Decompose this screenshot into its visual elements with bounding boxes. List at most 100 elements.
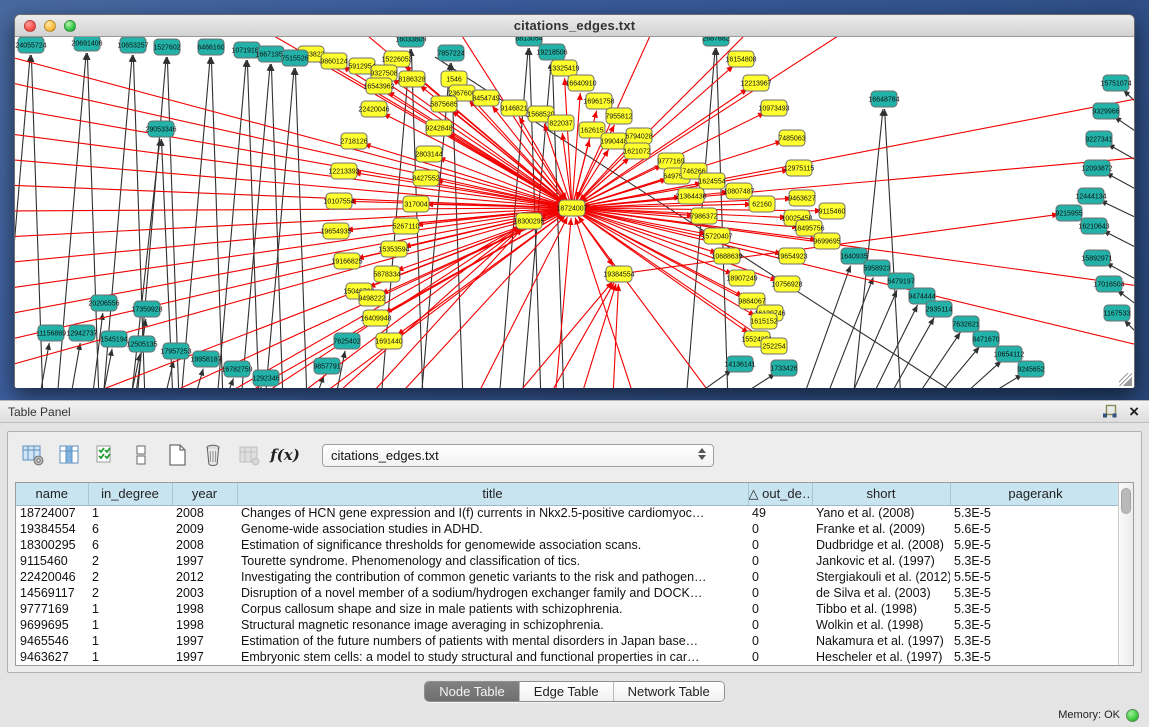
graph-node-label: 15226053	[381, 57, 412, 64]
graph-node-label: 8471670	[972, 337, 999, 344]
graph-node-label: 10688639	[711, 254, 742, 261]
table-row[interactable]: 2242004622012Investigating the contribut…	[16, 569, 1118, 585]
table-row[interactable]: 946362711997Embryonic stem cells: a mode…	[16, 649, 1118, 665]
column-header-out_de[interactable]: △ out_de…	[748, 483, 812, 505]
graph-node-label: 21364436	[675, 194, 706, 201]
graph-node-label: 1640935	[840, 254, 867, 261]
show-rows-icon[interactable]	[128, 442, 154, 468]
graph-node-label: 12505135	[126, 342, 157, 349]
memory-status-icon[interactable]	[1126, 709, 1139, 722]
table-cell: Tibbo et al. (1998)	[812, 601, 950, 617]
column-header-year[interactable]: year	[172, 483, 237, 505]
graph-node-label: 162615	[580, 128, 603, 135]
graph-node-label: 9227341	[1085, 137, 1112, 144]
table-cell: 18300295	[16, 537, 88, 553]
graph-node-label: 7632621	[952, 322, 979, 329]
graph-node-label: 17359928	[131, 307, 162, 314]
table-cell: 0	[748, 617, 812, 633]
table-mode-icon[interactable]	[20, 442, 46, 468]
graph-node-label: 15353594	[378, 247, 409, 254]
graph-node-label: 16782759	[221, 367, 252, 374]
column-header-in_degree[interactable]: in_degree	[88, 483, 172, 505]
network-window: citations_edges.txt 18724007183002951938…	[14, 14, 1135, 388]
table-cell: 1998	[172, 601, 237, 617]
table-cell: 5.3E-5	[950, 633, 1118, 649]
network-window-titlebar[interactable]: citations_edges.txt	[15, 15, 1134, 37]
tab-network-table[interactable]: Network Table	[614, 682, 724, 701]
table-row[interactable]: 1872400712008Changes of HCN gene express…	[16, 505, 1118, 521]
graph-node-label: 12213393	[328, 169, 359, 176]
column-header-pagerank[interactable]: pagerank	[950, 483, 1118, 505]
table-row[interactable]: 946554611997Estimation of the future num…	[16, 633, 1118, 649]
table-cell: 1	[88, 505, 172, 521]
table-cell: 1	[88, 649, 172, 665]
table-cell: 2009	[172, 521, 237, 537]
table-cell: Wolkin et al. (1998)	[812, 617, 950, 633]
graph-node-label: 16961758	[583, 99, 614, 106]
delete-column-icon[interactable]	[200, 442, 226, 468]
graph-node-label: 1691440	[375, 339, 402, 346]
table-cell: 1997	[172, 553, 237, 569]
column-header-title[interactable]: title	[237, 483, 748, 505]
table-cell: Yano et al. (2008)	[812, 505, 950, 521]
select-functions-icon[interactable]	[92, 442, 118, 468]
graph-node-label: 7986372	[690, 214, 717, 221]
table-row[interactable]: 977716911998Corpus callosum shape and si…	[16, 601, 1118, 617]
graph-node-label: 10653257	[117, 43, 148, 50]
graph-node-label: 19166825	[331, 259, 362, 266]
graph-node-label: 7955812	[605, 114, 632, 121]
table-cell: 0	[748, 649, 812, 665]
resize-grip-icon[interactable]	[1119, 373, 1132, 386]
graph-node-label: 9498222	[358, 296, 385, 303]
scrollbar-thumb[interactable]	[1121, 488, 1131, 514]
table-cell: Embryonic stem cells: a model to study s…	[237, 649, 748, 665]
graph-node-label: 1527602	[153, 45, 180, 52]
table-cell: Genome-wide association studies in ADHD.	[237, 521, 748, 537]
table-vertical-scrollbar[interactable]	[1118, 483, 1133, 665]
close-icon[interactable]: ×	[1129, 405, 1139, 419]
graph-node-label: 16033809	[395, 37, 426, 44]
dropdown-arrows-icon	[698, 448, 706, 460]
graph-node-label: 15751074	[1100, 81, 1131, 88]
graph-node-label: 9215955	[1055, 211, 1082, 218]
graph-node-label: 17957253	[160, 349, 191, 356]
table-cell: Estimation of the future numbers of pati…	[237, 633, 748, 649]
graph-node-label: 16210643	[1078, 224, 1109, 231]
graph-node-label: 15892971	[1081, 256, 1112, 263]
graph-node-label: 22420046	[358, 107, 389, 114]
graph-node-label: 19218506	[536, 50, 567, 57]
graph-node-label: 62160	[752, 202, 772, 209]
table-row[interactable]: 1938455462009Genome-wide association stu…	[16, 521, 1118, 537]
table-cell: 1	[88, 617, 172, 633]
network-graph[interactable]: 1872400718300295193845547563822986012459…	[15, 37, 1134, 388]
table-row[interactable]: 1830029562008Estimation of significance …	[16, 537, 1118, 553]
tab-edge-table[interactable]: Edge Table	[520, 682, 614, 701]
new-column-icon[interactable]	[164, 442, 190, 468]
table-row[interactable]: 969969511998Structural magnetic resonanc…	[16, 617, 1118, 633]
select-columns-icon[interactable]	[56, 442, 82, 468]
graph-node-label: 18495756	[793, 226, 824, 233]
table-cell: 19384554	[16, 521, 88, 537]
graph-node-label: 1624554	[698, 179, 725, 186]
table-row[interactable]: 1456911722003Disruption of a novel membe…	[16, 585, 1118, 601]
tab-node-table[interactable]: Node Table	[425, 682, 520, 701]
function-builder-icon[interactable]: f(x)	[272, 442, 298, 468]
graph-node-label: 1292346	[252, 376, 279, 383]
column-header-short[interactable]: short	[812, 483, 950, 505]
graph-node-label: 12213967	[740, 81, 771, 88]
graph-node-label: 7515526	[281, 56, 308, 63]
column-header-name[interactable]: name	[16, 483, 88, 505]
graph-node-label: 12093872	[1081, 166, 1112, 173]
graph-node-label: 1615152	[750, 319, 777, 326]
table-content-box: f(x) citations_edges.txt namein_degreeye…	[7, 431, 1142, 673]
graph-node-label: 16409948	[360, 316, 391, 323]
float-window-icon[interactable]	[1102, 404, 1117, 419]
table-cell: 9699695	[16, 617, 88, 633]
graph-node-label: 9245652	[1017, 367, 1044, 374]
table-select[interactable]: citations_edges.txt	[322, 444, 714, 467]
graph-node-label: 1990448	[600, 139, 627, 146]
table-cell: Corpus callosum shape and size in male p…	[237, 601, 748, 617]
table-row[interactable]: 911546021997Tourette syndrome. Phenomeno…	[16, 553, 1118, 569]
table-cell: 5.6E-5	[950, 521, 1118, 537]
network-canvas[interactable]: 1872400718300295193845547563822986012459…	[15, 37, 1134, 388]
